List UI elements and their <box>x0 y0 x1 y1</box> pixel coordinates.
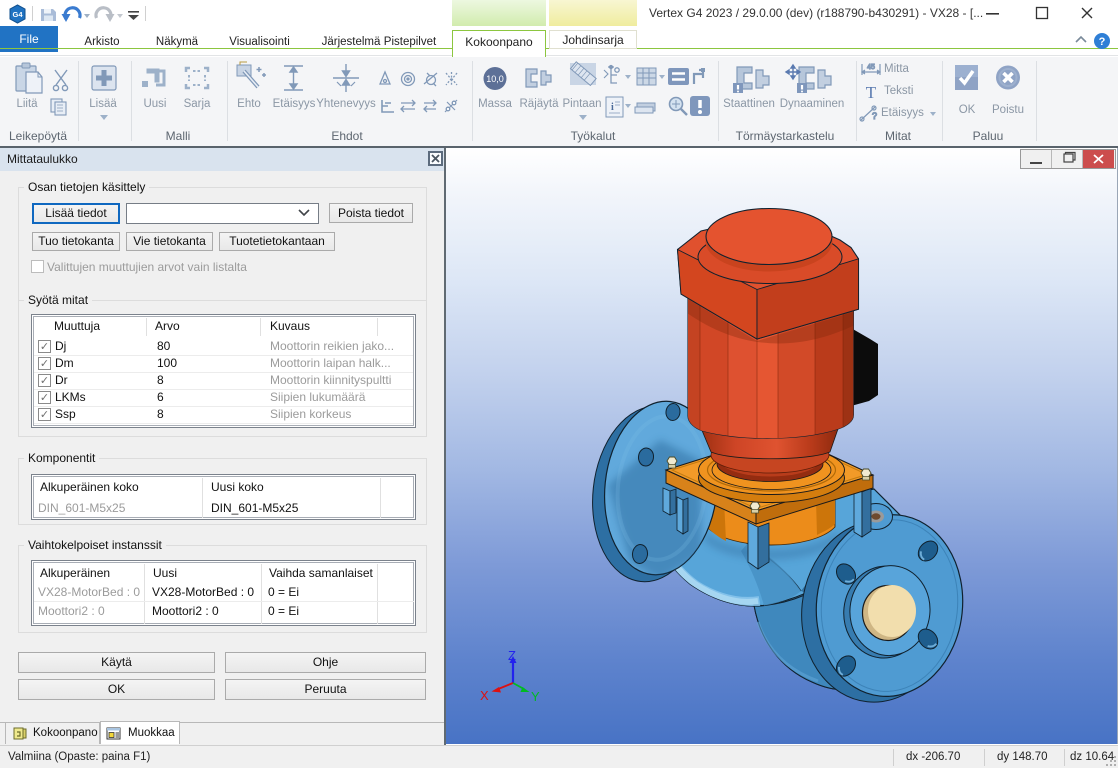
svg-text:45: 45 <box>867 64 875 71</box>
svg-text:10,0: 10,0 <box>486 74 504 84</box>
svg-text:i: i <box>611 102 614 113</box>
svg-text:?: ? <box>872 111 877 121</box>
svg-text:Z: Z <box>508 648 516 663</box>
svg-text:T: T <box>866 83 877 102</box>
svg-text:X: X <box>480 688 489 703</box>
svg-text:Y: Y <box>531 689 540 704</box>
svg-text:G4: G4 <box>12 10 23 19</box>
svg-text:?: ? <box>1099 36 1106 48</box>
